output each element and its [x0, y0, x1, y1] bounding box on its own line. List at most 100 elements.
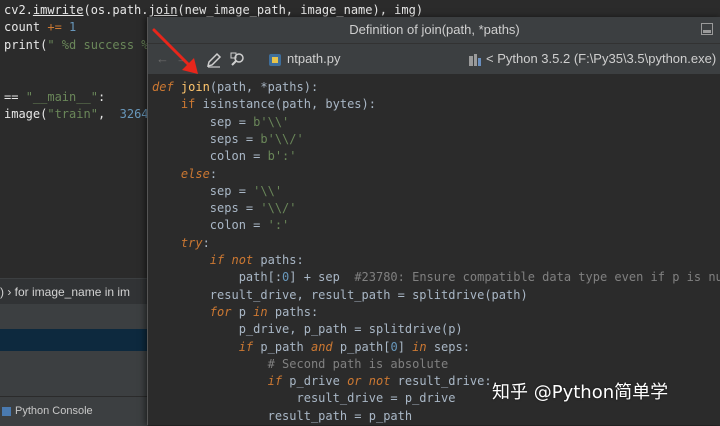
code-token: b'\\/' — [260, 131, 304, 146]
code-line: path[:0] + sep #23780: Ensure compatible… — [152, 269, 720, 286]
code-token: and — [310, 339, 340, 354]
code-token: p_drive, p_path = splitdrive(p) — [152, 322, 463, 337]
code-line: result_drive, result_path = splitdrive(p… — [152, 287, 528, 304]
background-code-token: : — [97, 89, 106, 104]
code-line: seps = '\\/' — [152, 200, 297, 217]
code-line: result_drive = p_drive — [152, 390, 455, 407]
code-token: ] — [397, 339, 413, 354]
code-token: if — [180, 97, 203, 112]
definition-popup[interactable]: Definition of join(path, *paths) ← → ntp… — [147, 17, 720, 425]
red-arrow-annotation — [152, 28, 198, 74]
background-code-token: print — [4, 37, 41, 52]
code-line: try: — [152, 235, 210, 252]
background-code-line: print(" %d success %s — [4, 37, 156, 54]
code-token: p — [238, 304, 254, 319]
popup-title: Definition of join(path, *paths) — [349, 22, 520, 37]
code-line: colon = b':' — [152, 148, 297, 165]
file-name[interactable]: ntpath.py — [287, 44, 341, 74]
code-token: if — [267, 374, 290, 389]
python-sdk-icon — [468, 44, 482, 74]
python-console-icon — [2, 406, 11, 416]
code-token: : — [209, 166, 218, 181]
background-code-token: += — [47, 20, 70, 35]
code-token: result_drive: — [397, 374, 492, 389]
background-code-token: 1 — [69, 20, 77, 35]
code-token: p_path — [260, 339, 311, 354]
code-token: b'\\' — [253, 114, 290, 129]
code-token: seps = — [152, 131, 261, 146]
code-token: or not — [347, 374, 398, 389]
interpreter-label[interactable]: < Python 3.5.2 (F:\Py35\3.5\python.exe) … — [486, 44, 720, 96]
code-token: '\\' — [253, 183, 283, 198]
code-token: p_path[ — [339, 339, 391, 354]
code-token: paths: — [274, 304, 319, 319]
python-console-label: Python Console — [15, 405, 93, 417]
breadcrumb-text[interactable]: ) › for image_name in im — [0, 285, 130, 299]
code-line: colon = ':' — [152, 217, 289, 234]
code-view[interactable]: def join(path, *paths): if isinstance(pa… — [148, 75, 720, 425]
code-token: # Second path is absolute — [267, 356, 449, 371]
background-code-token: imwrite — [32, 3, 84, 17]
code-token: 0 — [390, 339, 398, 354]
code-token: sep = — [152, 114, 254, 129]
code-line: result_path = p_path — [152, 408, 413, 425]
code-line: # Second path is absolute — [152, 356, 449, 373]
background-code-token: == — [4, 89, 26, 104]
code-line: if isinstance(path, bytes): — [152, 96, 376, 113]
code-token: : — [202, 235, 210, 250]
python-file-icon — [268, 44, 282, 74]
background-code-token: "__main__" — [25, 89, 98, 104]
background-code-token: cv2. — [4, 3, 33, 17]
code-token: path[: — [152, 270, 283, 285]
code-token: result_drive = p_drive — [152, 391, 456, 406]
code-token: p_drive — [289, 374, 348, 389]
code-line: sep = '\\' — [152, 183, 282, 200]
breadcrumb[interactable]: ) › for image_name in im — [0, 278, 148, 305]
popup-title-bar[interactable]: Definition of join(path, *paths) — [148, 17, 720, 44]
code-token: seps = — [152, 201, 261, 216]
code-token: isinstance(path, bytes): — [202, 97, 376, 112]
background-code-token: count — [4, 20, 48, 35]
code-line: for p in paths: — [152, 304, 318, 321]
code-token: if — [238, 339, 261, 354]
code-token: ':' — [267, 218, 290, 233]
code-token: #23780: Ensure compatible data type even… — [354, 270, 720, 285]
code-token: if not — [209, 253, 261, 267]
code-line: if not paths: — [152, 252, 304, 269]
background-code-token: 3264 — [119, 106, 149, 121]
code-token: colon = — [152, 218, 268, 233]
code-token: seps: — [433, 339, 470, 354]
code-line: else: — [152, 166, 217, 183]
watermark: 知乎 @Python简单学 — [492, 382, 669, 403]
selected-row[interactable] — [0, 329, 148, 351]
background-code-line: image("train", 3264, — [4, 106, 156, 123]
code-token: in — [412, 339, 434, 354]
background-code-token: image( — [4, 106, 48, 121]
find-usages-icon[interactable] — [230, 44, 246, 74]
background-code-line: count += 1 — [4, 19, 76, 36]
background-code-token: join — [148, 3, 178, 17]
background-code-token: (new_image_path, image_name), img) — [177, 3, 424, 17]
background-code-token: "train" — [47, 106, 98, 121]
pin-icon[interactable] — [701, 23, 713, 35]
code-token: sep = — [152, 183, 254, 198]
code-line: if p_drive or not result_drive: — [152, 373, 492, 390]
code-token: result_path = p_path — [152, 408, 413, 423]
background-panel — [0, 304, 148, 396]
code-line: p_drive, p_path = splitdrive(p) — [152, 321, 463, 338]
code-token: for — [209, 304, 239, 319]
python-console-tab[interactable]: Python Console — [0, 396, 148, 426]
background-code-line: == "__main__": — [4, 89, 105, 106]
code-line: sep = b'\\' — [152, 114, 289, 131]
background-code-token: (os.path. — [83, 3, 149, 17]
code-token: result_drive, result_path = splitdrive(p… — [152, 287, 528, 302]
background-code-token: " %d success %s — [47, 37, 156, 52]
code-token: ] + sep — [289, 270, 355, 285]
